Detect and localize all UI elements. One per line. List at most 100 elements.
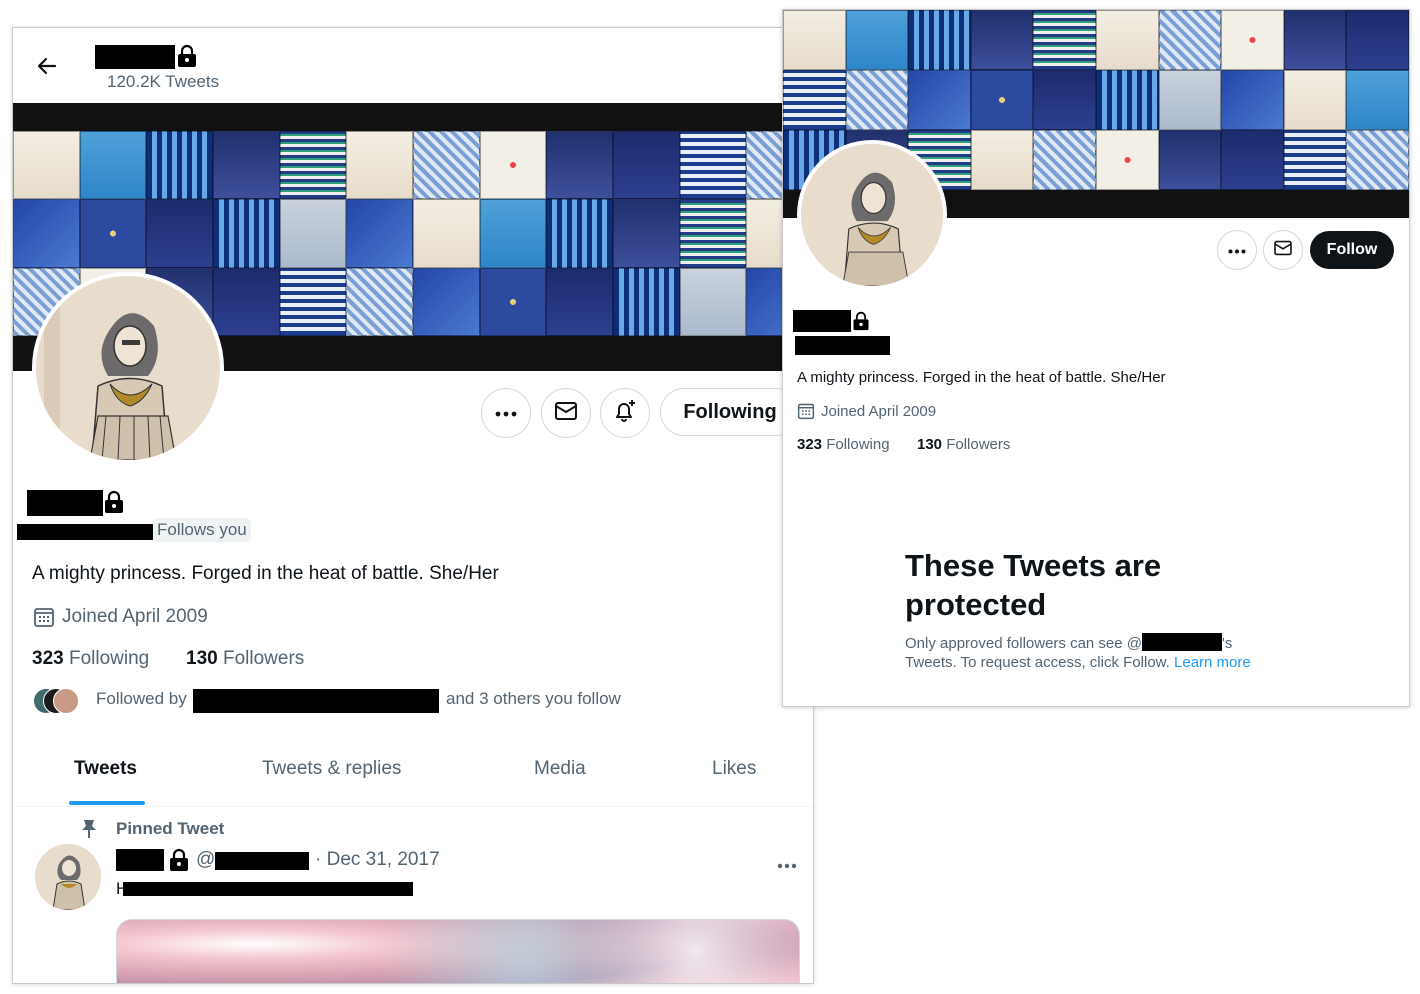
quilt-patch — [546, 267, 613, 336]
active-tab-indicator — [69, 801, 145, 805]
message-button[interactable] — [541, 388, 591, 438]
quilt-patch — [412, 267, 480, 336]
quilt-patch — [612, 131, 680, 200]
display-name-redacted — [793, 310, 851, 332]
quilt-patch — [79, 131, 147, 200]
lock-icon — [102, 490, 126, 519]
lock-icon — [851, 311, 871, 336]
avatar[interactable] — [32, 272, 224, 464]
following-count: 323 — [32, 648, 64, 669]
tab-tweets-replies[interactable]: Tweets & replies — [262, 758, 401, 780]
protected-line-2-text: Tweets. To request access, click Follow. — [905, 654, 1170, 671]
follows-you-badge: Follows you — [153, 518, 251, 542]
follow-button[interactable]: Follow — [1310, 231, 1394, 269]
quilt-patch — [679, 267, 747, 336]
tweet-count: 120.2K Tweets — [107, 72, 220, 91]
quilt-patch — [479, 267, 547, 336]
more-button[interactable] — [1217, 230, 1257, 270]
tweet-date[interactable]: · Dec 31, 2017 — [315, 849, 440, 871]
tab-media[interactable]: Media — [534, 758, 586, 780]
quilt-patch — [212, 267, 280, 336]
more-icon[interactable] — [777, 856, 797, 874]
quilt-patch — [1095, 70, 1159, 130]
bio: A mighty princess. Forged in the heat of… — [797, 369, 1166, 386]
quilt-patch — [412, 131, 480, 200]
quilt-patch — [1346, 70, 1409, 130]
quilt-patch — [1095, 10, 1159, 70]
quilt-patch — [970, 10, 1034, 70]
tweet-author-name-redacted — [116, 849, 164, 871]
tab-likes[interactable]: Likes — [712, 758, 756, 780]
quilt-patch — [845, 10, 909, 70]
joined-date: Joined April 2009 — [62, 606, 208, 627]
following-stat[interactable]: 323 Following — [32, 648, 149, 670]
tweet-media-image[interactable] — [116, 919, 800, 983]
followers-count: 130 — [917, 436, 943, 453]
more-icon — [495, 404, 517, 422]
mail-icon — [554, 401, 578, 426]
following-button[interactable]: Following — [660, 388, 800, 436]
quilt-patch — [146, 199, 213, 268]
quilt-patch — [479, 131, 547, 200]
quilt-patch — [1221, 10, 1284, 70]
followers-label: Followers — [946, 436, 1011, 453]
followers-stat[interactable]: 130 Followers — [917, 436, 1010, 453]
tweet-handle-redacted — [215, 852, 309, 870]
quilt-patch — [412, 199, 480, 268]
following-stat[interactable]: 323 Following — [797, 436, 890, 453]
bell-plus-icon — [612, 398, 638, 429]
protected-line-1: Only approved followers can see @ 's — [905, 633, 1232, 652]
username-redacted — [795, 336, 890, 355]
quilt-patch — [612, 267, 680, 336]
pinned-label: Pinned Tweet — [116, 819, 225, 838]
message-button[interactable] — [1263, 230, 1303, 270]
quilt-patch — [546, 199, 613, 268]
quilt-patch — [783, 10, 846, 70]
learn-more-link[interactable]: Learn more — [1174, 654, 1251, 671]
quilt-patch — [346, 131, 413, 200]
notifications-button[interactable] — [600, 388, 650, 438]
pin-icon — [80, 819, 98, 844]
handle-redacted — [1142, 633, 1223, 651]
quilt-patch — [1033, 70, 1096, 130]
quilt-patch — [1283, 10, 1347, 70]
quilt-patch — [845, 70, 909, 130]
quilt-patch — [970, 70, 1034, 130]
joined-date: Joined April 2009 — [821, 403, 937, 420]
quilt-patch — [546, 131, 613, 200]
quilt-patch — [79, 199, 147, 268]
username-redacted — [17, 524, 153, 540]
back-arrow-icon[interactable] — [35, 54, 59, 83]
more-button[interactable] — [481, 388, 531, 438]
quilt-patch — [1033, 130, 1096, 190]
quilt-patch — [1283, 130, 1347, 190]
quilt-patch — [146, 131, 213, 200]
quilt-patch — [212, 131, 280, 200]
quilt-patch — [13, 199, 80, 268]
quilt-patch — [13, 131, 80, 200]
followed-by-suffix: and 3 others you follow — [446, 689, 621, 708]
profile-panel-protected: Follow A mighty princess. Forged in the … — [782, 9, 1410, 707]
quilt-patch — [1033, 10, 1096, 70]
quilt-patch — [679, 199, 747, 268]
quilt-patch — [1158, 70, 1222, 130]
quilt-patch — [1158, 10, 1222, 70]
tab-tweets[interactable]: Tweets — [74, 758, 137, 780]
more-icon — [1228, 241, 1246, 259]
tweet-author-avatar[interactable] — [35, 844, 101, 910]
quilt-patch — [1221, 130, 1284, 190]
follower-avatars[interactable] — [33, 688, 83, 714]
display-name-redacted — [95, 45, 175, 69]
followers-label: Followers — [222, 648, 305, 669]
quilt-patch — [1095, 130, 1159, 190]
quilt-patch — [679, 131, 747, 200]
quilt-patch — [970, 130, 1034, 190]
tabs-divider — [13, 806, 813, 807]
tweet-handle-at: @ — [196, 849, 216, 870]
followers-stat[interactable]: 130 Followers — [186, 648, 304, 670]
quilt-patch — [279, 199, 347, 268]
protected-title: These Tweets are protected — [905, 548, 1162, 622]
display-name-redacted — [27, 490, 103, 516]
protected-line-1-suffix: 's — [1222, 635, 1233, 652]
avatar[interactable] — [797, 140, 947, 290]
